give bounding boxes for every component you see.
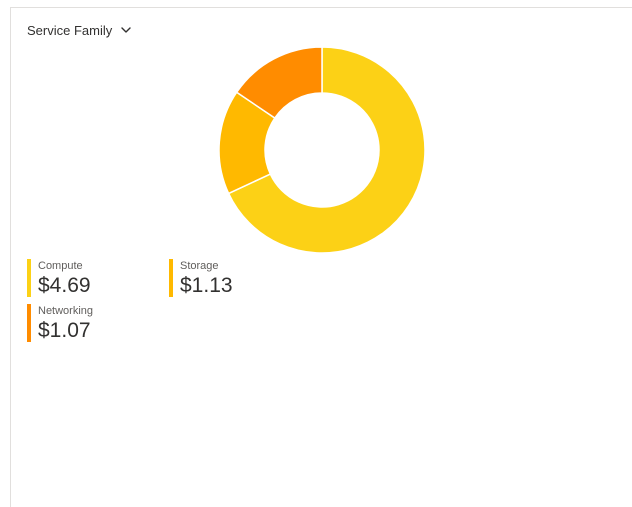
legend-label: Storage xyxy=(180,260,219,272)
legend-swatch xyxy=(27,304,31,342)
service-family-dropdown[interactable]: Service Family xyxy=(27,21,132,39)
chevron-down-icon xyxy=(120,24,132,36)
legend-value: $1.13 xyxy=(180,274,233,297)
legend-item-compute[interactable]: Compute $4.69 xyxy=(27,259,91,299)
donut-chart xyxy=(219,46,425,254)
legend-swatch xyxy=(169,259,173,297)
legend-item-networking[interactable]: Networking $1.07 xyxy=(27,304,93,344)
legend-value: $1.07 xyxy=(38,319,91,342)
legend-item-storage[interactable]: Storage $1.13 xyxy=(169,259,233,299)
cost-breakdown-panel: Service Family Compute $4.69 Storage $1.… xyxy=(10,7,632,507)
legend-swatch xyxy=(27,259,31,297)
legend-label: Networking xyxy=(38,305,94,317)
dropdown-label: Service Family xyxy=(27,22,113,38)
legend-value: $4.69 xyxy=(38,274,91,297)
legend-label: Compute xyxy=(38,260,83,272)
